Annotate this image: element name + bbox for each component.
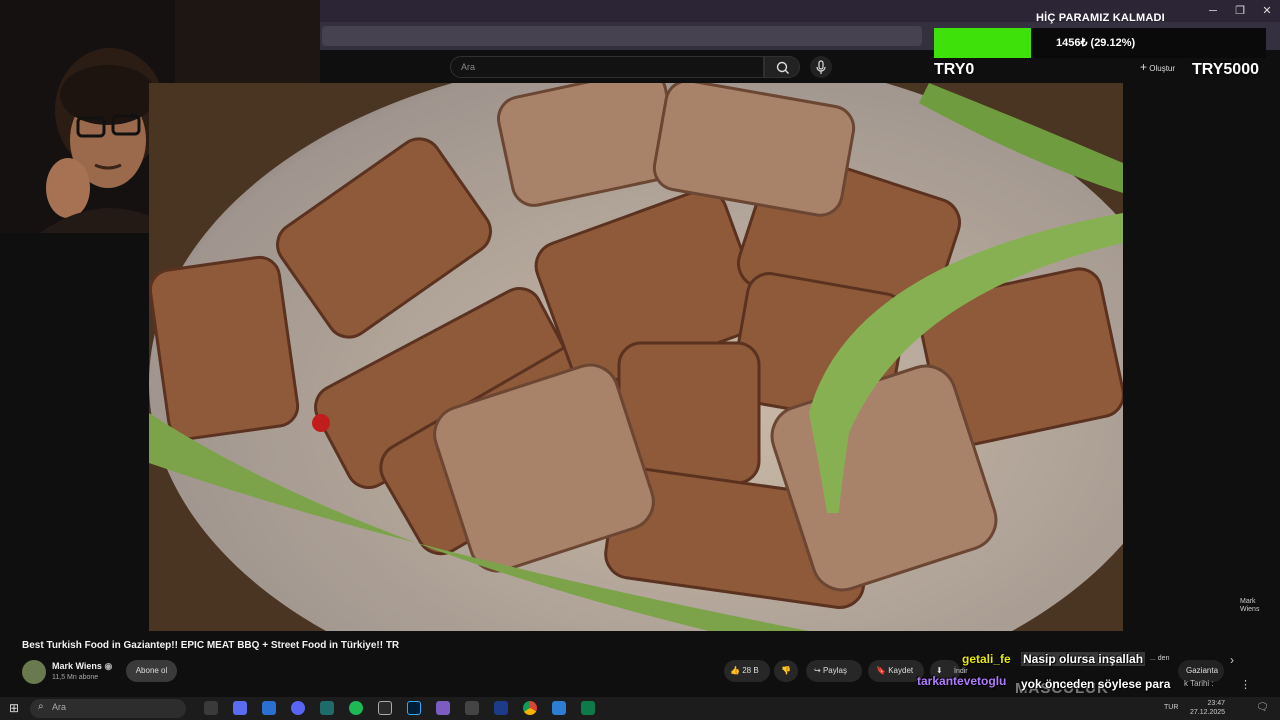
address-bar[interactable] [322,26,922,46]
app-icon[interactable] [233,701,247,715]
app-icon[interactable] [581,701,595,715]
notification-icon[interactable]: 🗨 [1256,702,1269,713]
app-icon[interactable] [494,701,508,715]
system-clock[interactable]: 23:47 27.12.2025 [1190,699,1225,717]
like-button[interactable]: 👍 28 B [724,660,770,682]
bookmark-icon: 🔖 [876,666,886,675]
minimize-icon[interactable]: ─ [1206,4,1220,18]
app-icon[interactable] [465,701,479,715]
channel-name[interactable]: Mark Wiens ◉ [52,661,112,672]
discord-icon[interactable] [291,701,305,715]
thanks-label: ... den [1150,655,1170,662]
plus-icon: + [1140,60,1148,74]
donation-goal-fill [934,28,1031,58]
search-icon: ⌕ [38,701,44,712]
more-icon[interactable]: ⋮ [1240,678,1251,691]
thumbs-down-icon: 👎 [781,666,791,675]
subscriber-count: 11,5 Mn abone [52,674,99,681]
subscribe-button[interactable]: Abone ol [126,660,177,682]
mic-icon [816,60,826,74]
restore-icon[interactable]: ❐ [1233,4,1247,18]
channel-watermark[interactable]: Mark Wiens [1240,598,1266,614]
chat-user: getali_fe [962,652,1011,666]
chevron-right-icon[interactable]: › [1230,653,1234,667]
app-icon[interactable] [262,701,276,715]
windows-start-icon[interactable]: ⊞ [9,701,19,715]
language-indicator[interactable]: TUR [1164,704,1178,711]
close-icon[interactable]: ✕ [1260,4,1274,18]
chrome-icon[interactable] [523,701,537,715]
voice-search-button[interactable] [810,56,832,78]
video-frame-meat-bbq [149,83,1123,631]
donation-goal-amount: 1456₺ (29.12%) [1056,37,1136,49]
app-icon[interactable] [320,701,334,715]
search-button[interactable] [764,56,800,78]
photoshop-icon[interactable] [407,701,421,715]
search-icon [776,61,789,74]
video-player[interactable] [149,83,1123,631]
channel-name-label: Mark Wiens [52,661,102,671]
share-button[interactable]: ↪ Paylaş [806,660,862,682]
chat-message: Nasip olursa inşallah [1021,652,1146,666]
clock-time: 23:47 [1207,700,1226,707]
create-button[interactable]: + Oluştur [1140,60,1175,74]
chat-user: tarkantevetoglu [917,674,1007,688]
channel-avatar[interactable] [22,660,46,684]
task-view-icon[interactable] [204,701,218,715]
video-title: Best Turkish Food in Gaziantep!! EPIC ME… [22,640,400,651]
clock-date: 27.12.2025 [1190,709,1226,716]
dislike-button[interactable]: 👎 [774,660,798,682]
save-label: Kaydet [888,666,914,675]
spotify-icon[interactable] [349,701,363,715]
verified-icon: ◉ [104,661,113,671]
share-label: Paylaş [822,666,847,675]
app-icon[interactable] [378,701,392,715]
taskbar-search[interactable]: Ara [30,699,186,718]
share-icon: ↪ [814,666,821,675]
save-button[interactable]: 🔖 Kaydet [868,660,924,682]
search-input[interactable]: Ara [450,56,764,78]
donation-goal-min: TRY0 [934,61,975,78]
thumbs-up-icon: 👍 [730,666,740,675]
donation-goal-max: TRY5000 [1192,61,1259,78]
create-label: Oluştur [1149,64,1176,73]
app-icon[interactable] [436,701,450,715]
app-icon[interactable] [552,701,566,715]
taskbar [0,697,1280,720]
like-count: 28 B [742,666,759,675]
donation-goal-title: HİÇ PARAMIZ KALMADI [1036,12,1165,24]
